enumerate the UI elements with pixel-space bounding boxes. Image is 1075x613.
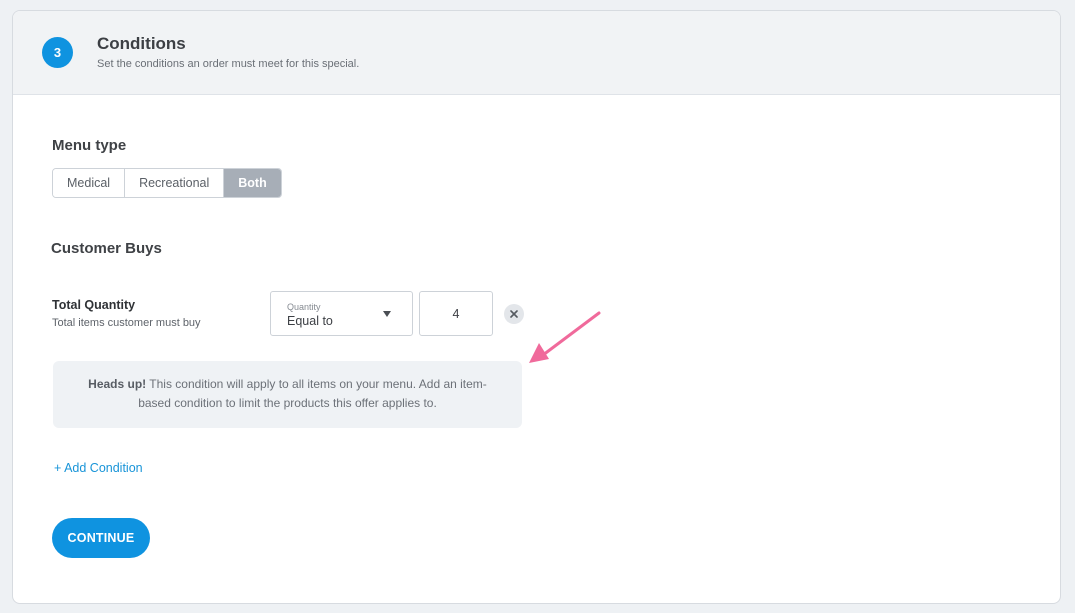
menu-type-option-both[interactable]: Both: [224, 169, 281, 197]
total-quantity-label: Total Quantity: [52, 298, 136, 312]
heads-up-notice: Heads up! This condition will apply to a…: [53, 361, 522, 428]
step-number-badge: 3: [42, 37, 73, 68]
card-header: 3 Conditions Set the conditions an order…: [13, 11, 1060, 95]
quantity-operator-select[interactable]: Quantity Equal to: [270, 291, 413, 336]
section-title: Conditions: [97, 34, 186, 53]
menu-type-option-medical[interactable]: Medical: [53, 169, 126, 197]
menu-type-label: Menu type: [52, 137, 127, 154]
menu-type-option-recreational[interactable]: Recreational: [125, 169, 225, 197]
quantity-select-caption: Quantity: [287, 302, 321, 312]
notice-strong: Heads up!: [88, 377, 147, 391]
quantity-select-value: Equal to: [287, 314, 333, 328]
quantity-input[interactable]: [419, 291, 493, 336]
close-icon: [510, 310, 518, 318]
annotation-arrow-icon: [529, 311, 601, 363]
customer-buys-label: Customer Buys: [51, 240, 162, 257]
menu-type-segmented-control: Medical Recreational Both: [52, 168, 282, 198]
conditions-card: 3 Conditions Set the conditions an order…: [12, 10, 1061, 604]
add-condition-link[interactable]: + Add Condition: [54, 461, 143, 475]
section-subtitle: Set the conditions an order must meet fo…: [97, 58, 360, 70]
total-quantity-help: Total items customer must buy: [52, 317, 201, 329]
caret-down-icon: [383, 311, 391, 317]
notice-text: This condition will apply to all items o…: [138, 377, 487, 410]
continue-button[interactable]: CONTINUE: [52, 518, 150, 558]
remove-condition-button[interactable]: [504, 304, 524, 324]
